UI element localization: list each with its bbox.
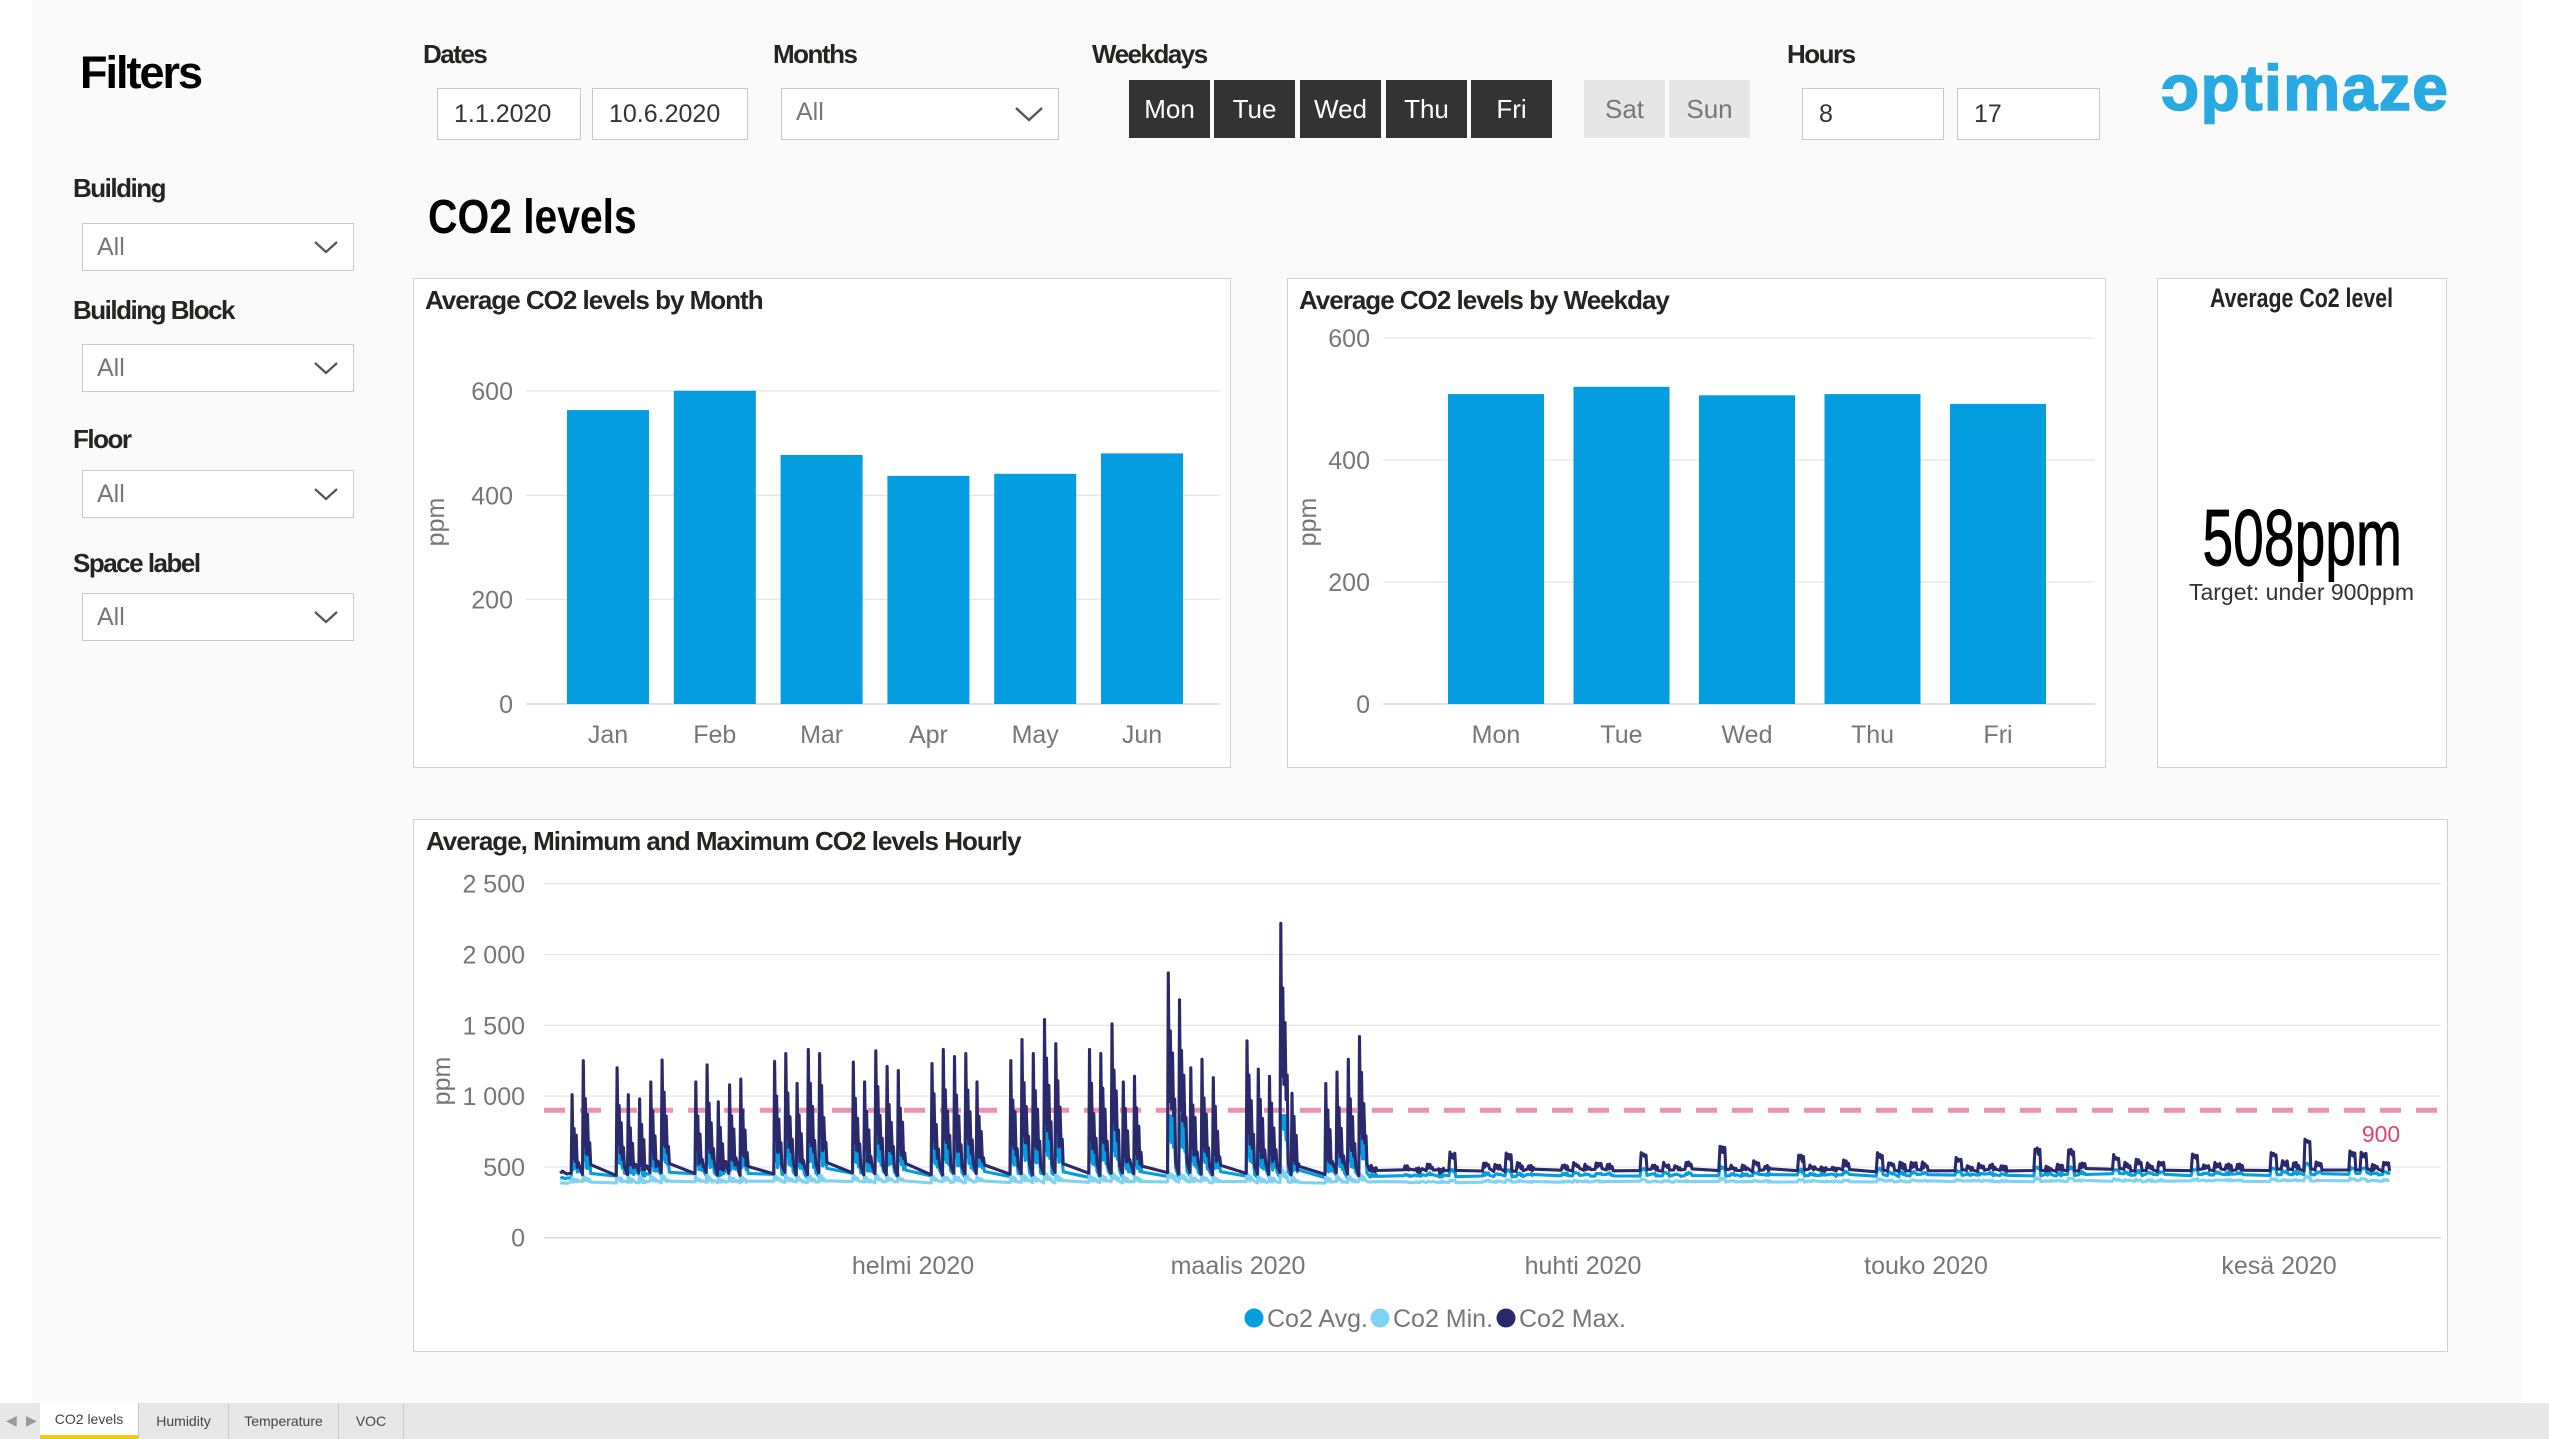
svg-text:Jun: Jun: [1122, 721, 1162, 749]
svg-text:600: 600: [471, 378, 513, 406]
svg-text:200: 200: [1328, 569, 1370, 597]
svg-text:0: 0: [499, 691, 513, 719]
svg-text:2 000: 2 000: [462, 942, 525, 970]
svg-text:Jan: Jan: [588, 721, 628, 749]
svg-text:kesä 2020: kesä 2020: [2221, 1252, 2336, 1280]
svg-text:1 500: 1 500: [462, 1012, 525, 1040]
svg-text:maalis 2020: maalis 2020: [1171, 1252, 1306, 1280]
svg-text:500: 500: [483, 1154, 525, 1182]
svg-text:Fri: Fri: [1983, 721, 2012, 749]
svg-text:Co2 Max.: Co2 Max.: [1519, 1305, 1626, 1333]
svg-text:huhti 2020: huhti 2020: [1525, 1252, 1642, 1280]
svg-text:Co2 Min.: Co2 Min.: [1393, 1305, 1493, 1333]
svg-text:2 500: 2 500: [462, 871, 525, 899]
svg-text:Feb: Feb: [693, 721, 736, 749]
svg-text:Wed: Wed: [1722, 721, 1773, 749]
svg-text:Co2 Avg.: Co2 Avg.: [1267, 1305, 1368, 1333]
svg-text:ppm: ppm: [1294, 498, 1322, 547]
svg-text:Average, Minimum and Maximum C: Average, Minimum and Maximum CO2 levels …: [426, 826, 1022, 856]
svg-text:600: 600: [1328, 325, 1370, 353]
svg-text:Tue: Tue: [1600, 721, 1642, 749]
svg-text:Apr: Apr: [909, 721, 948, 749]
svg-text:200: 200: [471, 586, 513, 614]
svg-text:900: 900: [2362, 1121, 2400, 1147]
svg-text:0: 0: [511, 1225, 525, 1253]
svg-text:Average CO2 levels by Month: Average CO2 levels by Month: [425, 285, 763, 315]
svg-text:1 000: 1 000: [462, 1083, 525, 1111]
svg-text:Thu: Thu: [1851, 721, 1894, 749]
svg-text:400: 400: [1328, 447, 1370, 475]
svg-text:touko 2020: touko 2020: [1864, 1252, 1988, 1280]
svg-text:400: 400: [471, 482, 513, 510]
svg-text:helmi 2020: helmi 2020: [852, 1252, 974, 1280]
svg-text:0: 0: [1356, 691, 1370, 719]
svg-text:ppm: ppm: [428, 1057, 456, 1106]
svg-text:optimaze: optimaze: [2160, 56, 2449, 124]
svg-text:ppm: ppm: [422, 498, 450, 547]
svg-text:Mar: Mar: [800, 721, 843, 749]
svg-text:Average CO2 levels by Weekday: Average CO2 levels by Weekday: [1299, 285, 1670, 315]
svg-text:Mon: Mon: [1472, 721, 1521, 749]
svg-text:May: May: [1012, 721, 1060, 749]
